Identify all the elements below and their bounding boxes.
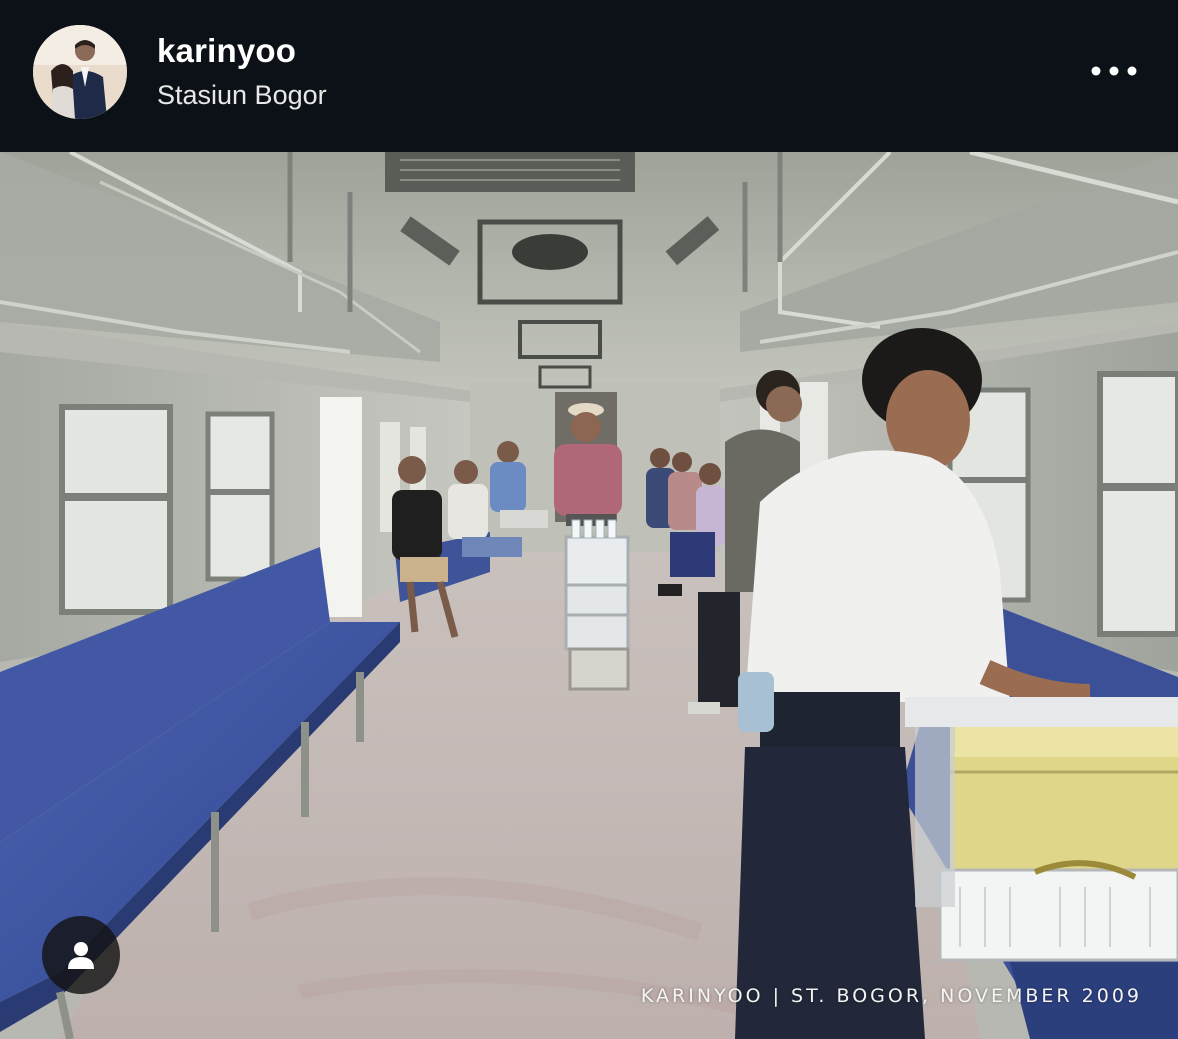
more-options-button[interactable] bbox=[1082, 55, 1146, 87]
photo-watermark: KARINYOO | ST. BOGOR, NOVEMBER 2009 bbox=[640, 985, 1142, 1007]
post-header: karinyoo Stasiun Bogor bbox=[0, 0, 1178, 152]
more-horizontal-icon bbox=[1091, 66, 1137, 76]
username[interactable]: karinyoo bbox=[157, 32, 296, 70]
train-interior-photo bbox=[0, 152, 1178, 1039]
location-link[interactable]: Stasiun Bogor bbox=[157, 80, 327, 111]
user-tag-icon bbox=[68, 942, 94, 969]
post-photo[interactable]: KARINYOO | ST. BOGOR, NOVEMBER 2009 bbox=[0, 152, 1178, 1039]
user-tags-button[interactable] bbox=[42, 916, 120, 994]
avatar[interactable] bbox=[33, 25, 127, 119]
